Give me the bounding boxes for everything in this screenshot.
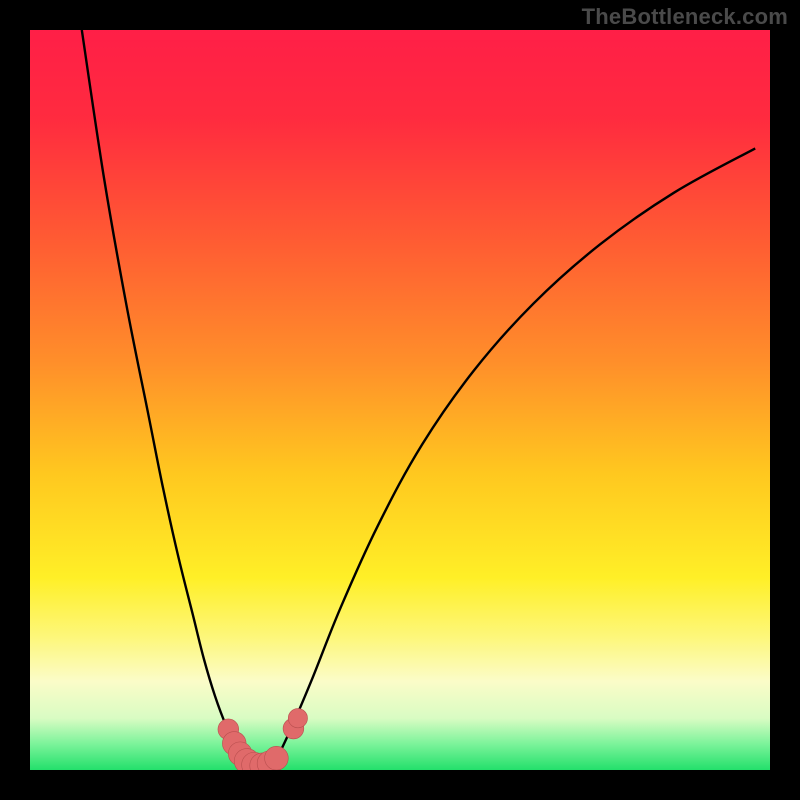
gradient-background [30,30,770,770]
marker-dot [265,746,289,770]
chart-svg [30,30,770,770]
watermark-text: TheBottleneck.com [582,4,788,30]
outer-frame: TheBottleneck.com [0,0,800,800]
plot-area [30,30,770,770]
marker-dot [288,709,307,728]
